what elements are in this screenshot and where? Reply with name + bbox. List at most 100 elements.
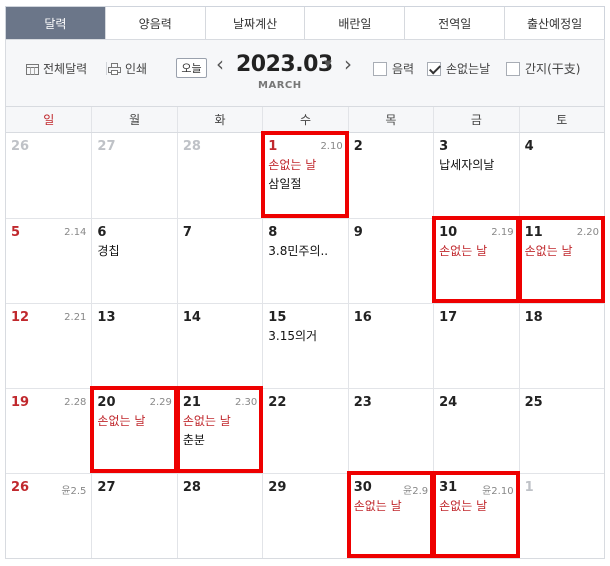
- full-calendar-button[interactable]: 전체달력: [26, 60, 87, 77]
- day-number: 13: [97, 310, 116, 325]
- tab-0[interactable]: 달력: [6, 7, 105, 39]
- day-number: 22: [268, 395, 287, 410]
- lunar-date: 윤2.10: [482, 486, 514, 497]
- lunar-date: 2.30: [235, 397, 258, 408]
- day-cell[interactable]: 3 납세자의날: [433, 133, 518, 218]
- lunar-date: 2.19: [491, 227, 514, 238]
- day-cell[interactable]: 25: [518, 388, 604, 473]
- month-calendar: 일월화수목금토 26 27 28 1 2.10 손없는 날 삼일절 2 3 납세자의날 4 5 2.14…: [5, 106, 605, 559]
- calendar-toolbar: 전체달력 인쇄 오늘 ‹ 2023.03 ▼ › MARCH 음력 손없는날 간…: [5, 39, 605, 106]
- ganji-checkbox-box[interactable]: [506, 61, 520, 76]
- day-cell[interactable]: 19 2.28: [6, 388, 92, 473]
- day-number: 27: [97, 139, 116, 154]
- day-cell[interactable]: 20 2.29 손없는 날: [91, 388, 177, 473]
- sonless-checkbox-box[interactable]: [427, 61, 441, 76]
- day-cell[interactable]: 28: [176, 133, 262, 218]
- day-cell[interactable]: 6 경칩: [91, 218, 177, 303]
- lunar-date: 2.20: [576, 227, 599, 238]
- tab-4[interactable]: 전역일: [404, 7, 505, 39]
- lunar-date: 2.10: [320, 141, 343, 152]
- day-cell[interactable]: 5 2.14: [6, 218, 92, 303]
- weekday-5: 금: [433, 107, 518, 132]
- day-cell[interactable]: 31 윤2.10 손없는 날: [433, 473, 519, 558]
- day-number: 6: [97, 225, 107, 240]
- full-calendar-label: 전체달력: [43, 62, 88, 76]
- holiday-label: 납세자의날: [439, 158, 495, 172]
- day-cell[interactable]: 29: [262, 473, 348, 558]
- day-cell[interactable]: 21 2.30 손없는 날 춘분: [176, 388, 263, 473]
- day-cell[interactable]: 1: [518, 473, 604, 558]
- day-cell[interactable]: 9: [347, 218, 434, 303]
- lunar-date: 2.14: [64, 227, 87, 238]
- day-cell[interactable]: 11 2.20 손없는 날: [518, 218, 604, 303]
- calendar-grid: 26 27 28 1 2.10 손없는 날 삼일절 2 3 납세자의날 4 5 2.14 6 경칩 7 8 3.8…: [6, 133, 604, 558]
- next-month-button[interactable]: ›: [344, 54, 352, 74]
- month-dropdown-icon[interactable]: ▼: [324, 59, 332, 70]
- holiday-label: 삼일절: [268, 177, 302, 191]
- day-number: 25: [524, 395, 543, 410]
- sonless-day-label: 손없는 날: [439, 499, 488, 513]
- weekday-6: 토: [518, 107, 604, 132]
- lunar-label: 음력: [392, 62, 415, 76]
- day-cell[interactable]: 27: [91, 133, 176, 218]
- day-cell[interactable]: 10 2.19 손없는 날: [433, 218, 519, 303]
- day-cell[interactable]: 8 3.8민주의..: [262, 218, 348, 303]
- day-cell[interactable]: 7: [176, 218, 263, 303]
- day-cell[interactable]: 1 2.10 손없는 날 삼일절: [262, 133, 347, 218]
- print-button[interactable]: 인쇄: [108, 60, 147, 77]
- tab-5[interactable]: 출산예정일: [504, 7, 604, 39]
- lunar-checkbox-box[interactable]: [373, 61, 387, 76]
- day-cell[interactable]: 27: [91, 473, 177, 558]
- day-cell[interactable]: 22: [262, 388, 348, 473]
- day-cell[interactable]: 15 3.15의거: [262, 303, 348, 388]
- ganji-label: 간지(干支): [525, 62, 581, 76]
- day-cell[interactable]: 23: [347, 388, 434, 473]
- day-cell[interactable]: 16: [347, 303, 434, 388]
- today-button[interactable]: 오늘: [176, 58, 207, 78]
- sonless-day-label: 손없는 날: [524, 244, 573, 258]
- day-number: 28: [182, 139, 201, 154]
- tab-3[interactable]: 배란일: [304, 7, 405, 39]
- holiday-label: 3.8민주의..: [268, 244, 329, 258]
- sonless-checkbox[interactable]: 손없는날: [427, 60, 490, 77]
- day-cell[interactable]: 28: [176, 473, 263, 558]
- ganji-checkbox[interactable]: 간지(干支): [506, 60, 580, 77]
- day-number: 8: [268, 225, 278, 240]
- day-number: 24: [439, 395, 458, 410]
- lunar-date: 2.29: [149, 397, 172, 408]
- day-cell[interactable]: 18: [518, 303, 604, 388]
- day-number: 7: [182, 225, 192, 240]
- day-cell[interactable]: 14: [176, 303, 263, 388]
- day-cell[interactable]: 2: [347, 133, 433, 218]
- day-cell[interactable]: 12 2.21: [6, 303, 92, 388]
- print-label: 인쇄: [125, 62, 148, 76]
- day-cell[interactable]: 26: [6, 133, 91, 218]
- sonless-day-label: 손없는 날: [353, 499, 402, 513]
- tab-1[interactable]: 양음력: [104, 7, 205, 39]
- weekday-4: 목: [347, 107, 433, 132]
- day-cell[interactable]: 24: [433, 388, 519, 473]
- day-number: 15: [268, 310, 287, 325]
- day-number: 23: [353, 395, 372, 410]
- lunar-checkbox[interactable]: 음력: [373, 60, 414, 77]
- prev-month-button[interactable]: ‹: [216, 54, 224, 74]
- day-number: 17: [439, 310, 458, 325]
- day-cell[interactable]: 26 윤2.5: [6, 473, 92, 558]
- day-number: 18: [524, 310, 543, 325]
- holiday-label: 춘분: [182, 433, 205, 447]
- day-number: 16: [353, 310, 372, 325]
- day-cell[interactable]: 17: [433, 303, 519, 388]
- day-cell[interactable]: 13: [91, 303, 177, 388]
- day-number: 27: [97, 480, 116, 495]
- day-cell[interactable]: 4: [518, 133, 604, 218]
- tab-2[interactable]: 날짜계산: [204, 7, 305, 39]
- lunar-date: 2.21: [64, 312, 87, 323]
- month-title: 2023.03: [236, 52, 333, 77]
- day-number: 3: [439, 139, 449, 154]
- holiday-label: 경칩: [97, 244, 120, 258]
- weekday-0: 일: [43, 113, 55, 127]
- calendar-icon: [26, 63, 39, 75]
- day-cell[interactable]: 30 윤2.9 손없는 날: [347, 473, 434, 558]
- top-tabs: 달력 양음력 날짜계산 배란일 전역일 출산예정일: [5, 6, 605, 39]
- lunar-date: 윤2.9: [403, 486, 429, 497]
